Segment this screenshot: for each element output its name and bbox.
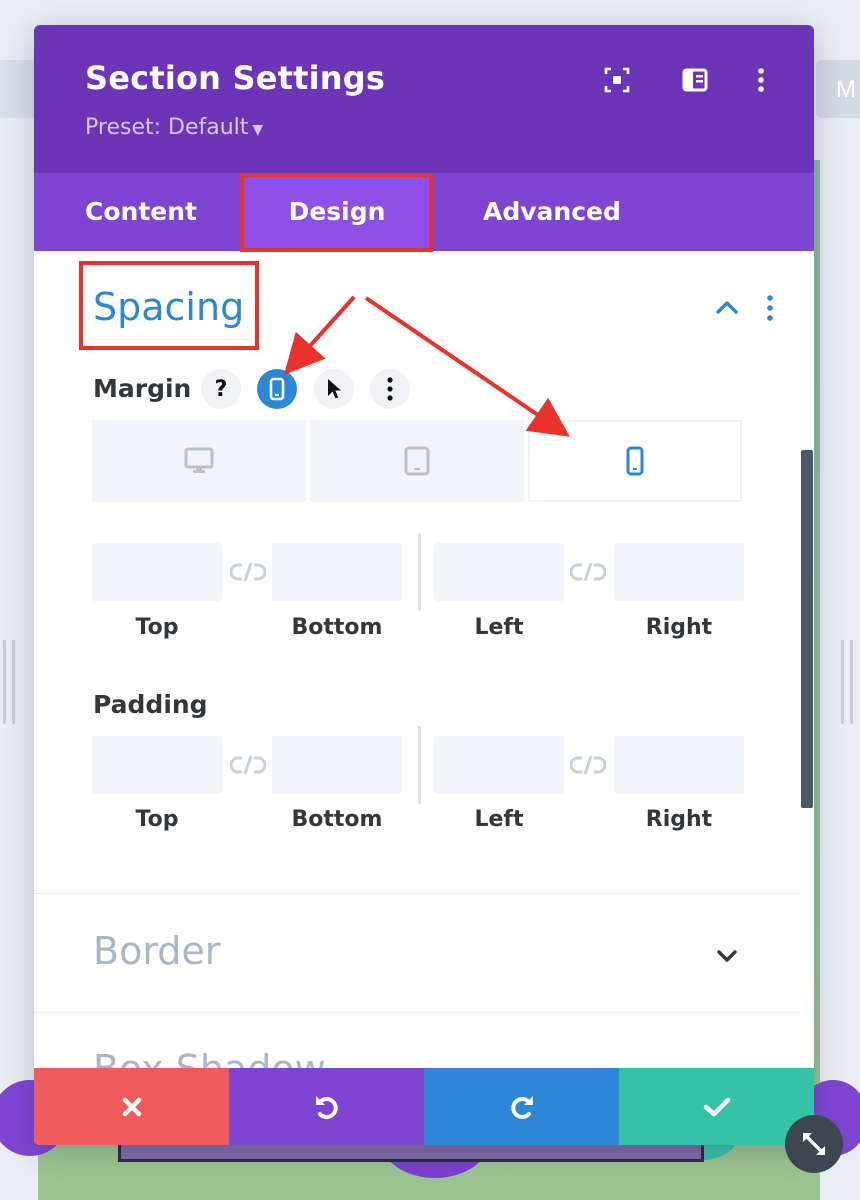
redo-icon [510,1095,533,1119]
sidebar-layout-icon[interactable] [680,65,710,95]
modal-header: Section Settings Preset: Default ▼ [34,25,814,173]
modal-footer [34,1068,814,1145]
section-options-icon[interactable] [758,293,782,323]
modal-title: Section Settings [85,59,386,97]
margin-label: Margin [93,374,192,403]
preset-selector[interactable]: Preset: Default ▼ [85,115,263,140]
redo-button[interactable] [424,1068,619,1145]
phone-icon [626,446,644,476]
phone-icon [269,377,285,401]
field-options-button[interactable] [370,369,410,409]
link-icon[interactable] [570,754,606,776]
device-tab-tablet[interactable] [310,420,524,502]
left-resize-handle[interactable] [0,640,20,724]
caret-down-icon: ▼ [252,122,264,138]
background-toolbar-right: M [816,60,860,118]
expand-arrows-icon [803,1133,825,1155]
padding-label: Padding [93,690,208,719]
cancel-button[interactable] [34,1068,229,1145]
margin-left-input[interactable] [434,543,564,601]
fullscreen-icon[interactable] [602,65,632,95]
margin-right-label: Right [645,615,713,640]
undo-button[interactable] [229,1068,424,1145]
responsive-toggle-button[interactable] [257,369,297,409]
device-tabs [92,420,742,502]
padding-top-input[interactable] [92,736,222,794]
margin-right-input[interactable] [614,543,744,601]
resize-modal-button[interactable] [785,1115,843,1173]
device-tab-phone[interactable] [528,420,742,502]
check-icon [703,1097,730,1116]
padding-top-label: Top [135,807,179,832]
padding-left-label: Left [474,807,524,832]
help-button[interactable]: ? [201,369,241,409]
more-vertical-icon[interactable] [746,65,776,95]
divider [418,533,421,611]
hover-state-button[interactable] [314,369,354,409]
device-tab-desktop[interactable] [92,420,306,502]
link-icon[interactable] [230,561,266,583]
undo-icon [315,1095,338,1119]
preset-label: Preset: Default [85,115,249,140]
margin-left-label: Left [474,615,524,640]
desktop-icon [184,447,214,473]
more-vertical-icon [387,377,393,401]
divider [418,726,421,804]
save-button[interactable] [619,1068,814,1145]
margin-bottom-input[interactable] [272,543,402,601]
margin-bottom-label: Bottom [291,615,383,640]
scrollbar-thumb[interactable] [801,450,813,808]
link-icon[interactable] [570,561,606,583]
padding-right-input[interactable] [614,736,744,794]
link-icon[interactable] [230,754,266,776]
chevron-up-icon[interactable] [714,295,740,321]
padding-bottom-label: Bottom [291,807,383,832]
tab-content[interactable]: Content [85,173,197,251]
margin-top-input[interactable] [92,543,222,601]
padding-bottom-input[interactable] [272,736,402,794]
cursor-icon [328,379,341,399]
help-icon: ? [214,376,228,402]
chevron-down-icon[interactable] [714,943,740,969]
section-divider [34,1012,801,1013]
section-divider [34,893,801,894]
tab-advanced[interactable]: Advanced [483,173,621,251]
right-resize-handle[interactable] [838,640,858,724]
padding-right-label: Right [645,807,713,832]
margin-top-label: Top [135,615,179,640]
tablet-icon [404,446,430,476]
border-section-title[interactable]: Border [93,929,220,973]
padding-left-input[interactable] [434,736,564,794]
annotation-box-spacing-title [79,261,259,350]
annotation-box-design-tab [240,173,433,252]
close-icon [122,1097,141,1116]
